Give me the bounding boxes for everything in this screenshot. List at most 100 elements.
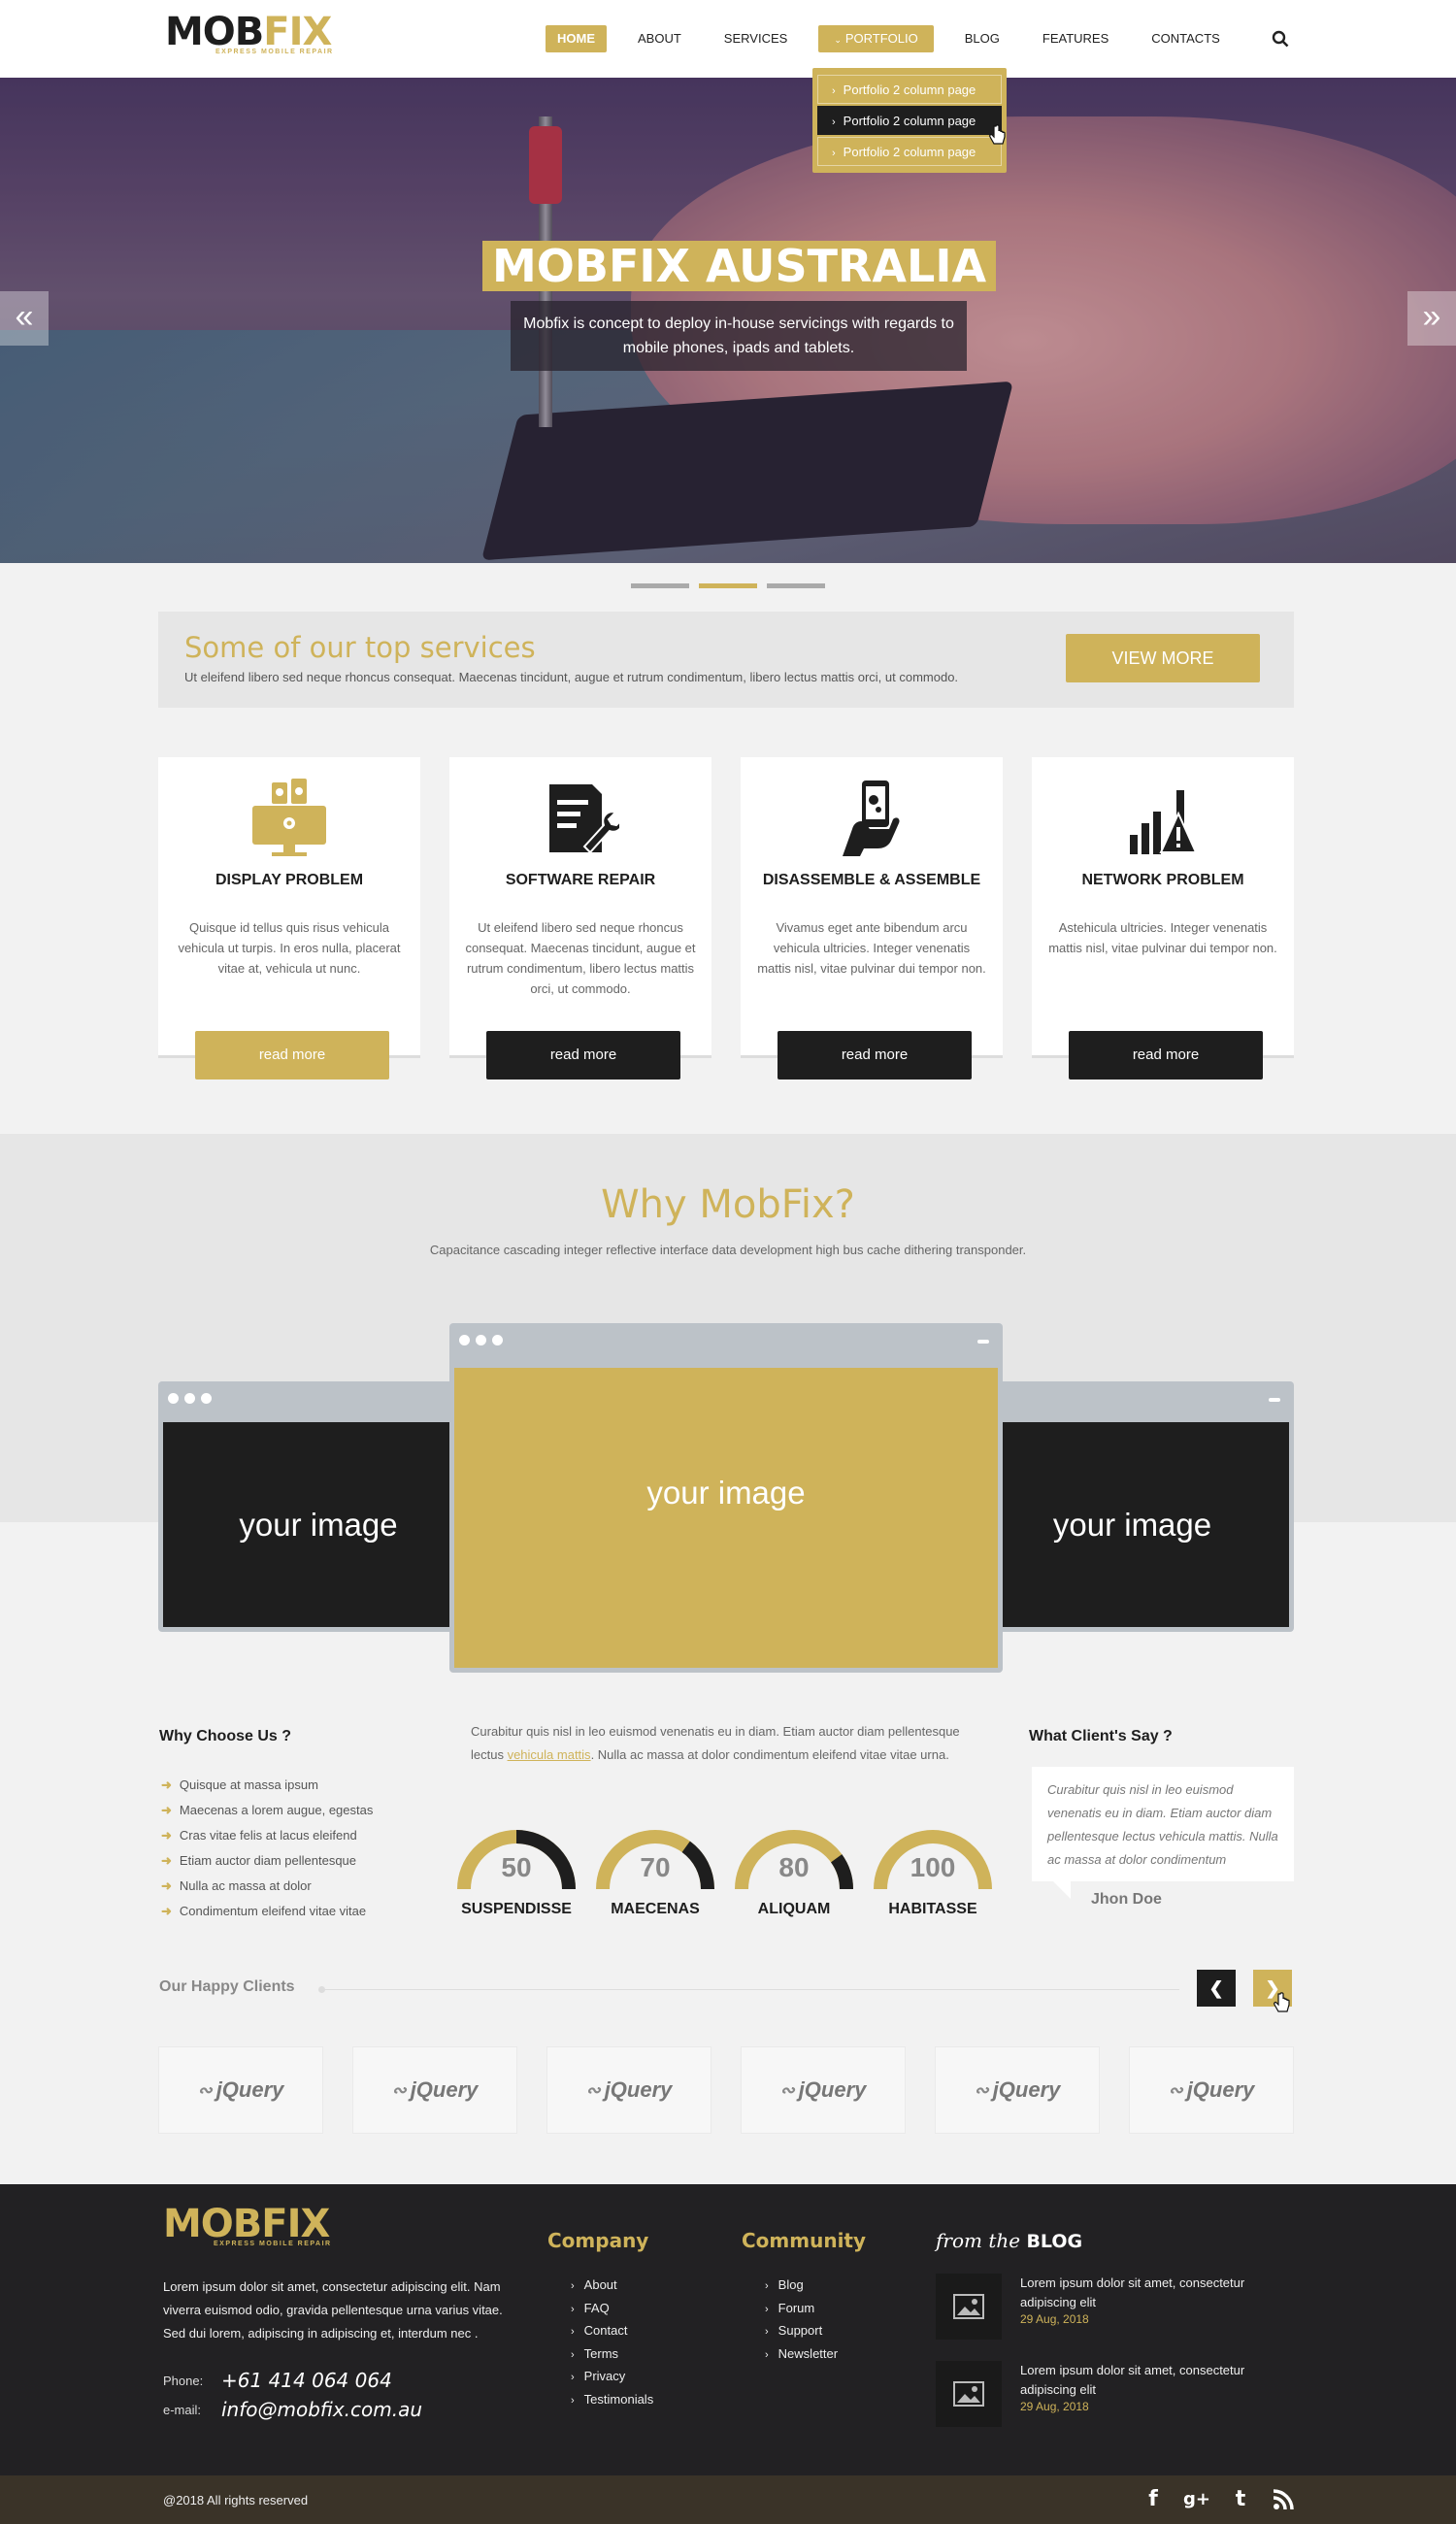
- nav-item-about[interactable]: ABOUT: [626, 25, 693, 52]
- browser-frame-left[interactable]: your image: [158, 1381, 479, 1632]
- client-logo[interactable]: ∾ jQuery: [1129, 2046, 1294, 2134]
- slider-dot-active[interactable]: [699, 583, 757, 588]
- chevron-right-icon: ›: [571, 2372, 575, 2383]
- footer-company-links: › About › FAQ › Contact › Terms › Privacy › Te…: [571, 2277, 653, 2414]
- post-date: 29 Aug, 2018: [1020, 2400, 1089, 2413]
- client-logo[interactable]: ∾ jQuery: [352, 2046, 517, 2134]
- google-plus-icon[interactable]: g+: [1183, 2488, 1210, 2511]
- clients-prev-button[interactable]: ❮: [1197, 1970, 1236, 2007]
- footer-link-label: FAQ: [583, 2300, 610, 2315]
- facebook-icon[interactable]: f: [1142, 2488, 1165, 2511]
- gauge-label: HABITASSE: [888, 1901, 977, 1917]
- footer-link[interactable]: › Contact: [571, 2323, 653, 2346]
- footer-link[interactable]: › FAQ: [571, 2301, 653, 2324]
- service-card: DISASSEMBLE & ASSEMBLE Vivamus eget ante…: [741, 757, 1003, 1079]
- nav-item-contacts[interactable]: CONTACTS: [1140, 25, 1232, 52]
- dropdown-item-label: Portfolio 2 column page: [843, 114, 976, 128]
- footer-link[interactable]: › Newsletter: [765, 2346, 838, 2370]
- testimonial-author: Jhon Doe: [1091, 1891, 1162, 1908]
- read-more-button[interactable]: read more: [486, 1031, 680, 1079]
- email-label: e-mail:: [163, 2402, 202, 2417]
- placeholder-label: your image: [239, 1506, 398, 1543]
- footer-link[interactable]: › Support: [765, 2323, 838, 2346]
- chevron-right-icon: ›: [765, 2280, 769, 2292]
- intro-paragraph: Curabitur quis nisl in leo euismod venen…: [471, 1720, 985, 1767]
- signal-warning-icon: [1130, 790, 1198, 854]
- twitter-icon[interactable]: t: [1229, 2488, 1252, 2511]
- browser-frame-center[interactable]: your image: [449, 1323, 1003, 1673]
- gauge-value: 100: [910, 1852, 956, 1882]
- browser-frame-right[interactable]: your image: [971, 1381, 1294, 1632]
- chevron-right-icon: ›: [571, 2303, 575, 2315]
- blog-post[interactable]: Lorem ipsum dolor sit amet, consectetur …: [936, 2274, 1295, 2343]
- hand-cursor-icon: [1274, 1992, 1290, 2012]
- chevron-right-icon: ›: [571, 2394, 575, 2407]
- hero-slider: MOBFIX AUSTRALIA Mobfix is concept to de…: [0, 78, 1456, 563]
- placeholder-image: your image: [976, 1422, 1289, 1627]
- slider-prev-button[interactable]: «: [0, 291, 49, 346]
- slider-dot[interactable]: [767, 583, 825, 588]
- service-card: SOFTWARE REPAIR Ut eleifend libero sed n…: [449, 757, 711, 1079]
- arrow-right-icon: ➜: [161, 1828, 172, 1843]
- chevron-right-icon: ›: [832, 85, 836, 97]
- footer-link[interactable]: › Blog: [765, 2277, 838, 2301]
- client-logo[interactable]: ∾ jQuery: [158, 2046, 323, 2134]
- client-logo-text: jQuery: [604, 2077, 673, 2102]
- email-address[interactable]: info@mobfix.com.au: [221, 2398, 422, 2421]
- intro-link[interactable]: vehicula mattis: [508, 1747, 591, 1762]
- double-chevron-left-icon: «: [15, 298, 34, 335]
- footer-logo[interactable]: MOBFIX EXPRESS MOBILE REPAIR: [163, 2204, 357, 2262]
- nav-item-services[interactable]: SERVICES: [712, 25, 800, 52]
- list-item-label: Condimentum eleifend vitae vitae: [179, 1904, 367, 1918]
- search-icon[interactable]: [1272, 30, 1289, 48]
- footer-link[interactable]: › Testimonials: [571, 2392, 653, 2415]
- dropdown-item-selected[interactable]: › Portfolio 2 column page: [817, 106, 1002, 135]
- footer-link-label: Terms: [583, 2345, 619, 2361]
- placeholder-image: your image: [454, 1368, 998, 1668]
- read-more-button[interactable]: read more: [1069, 1031, 1263, 1079]
- blog-post[interactable]: Lorem ipsum dolor sit amet, consectetur …: [936, 2361, 1295, 2431]
- site-logo[interactable]: MOBFIX EXPRESS MOBILE REPAIR: [165, 12, 359, 66]
- why-title: Why MobFix?: [601, 1182, 855, 1227]
- monitor-gears-icon: [252, 779, 326, 856]
- client-logo[interactable]: ∾ jQuery: [741, 2046, 906, 2134]
- arrow-right-icon: ➜: [161, 1853, 172, 1868]
- client-logo[interactable]: ∾ jQuery: [935, 2046, 1100, 2134]
- why-choose-title: Why Choose Us ?: [159, 1728, 292, 1744]
- read-more-button[interactable]: read more: [778, 1031, 972, 1079]
- nav-item-features[interactable]: FEATURES: [1031, 25, 1120, 52]
- window-dots: [168, 1393, 217, 1404]
- slider-next-button[interactable]: »: [1407, 291, 1456, 346]
- slider-dot[interactable]: [631, 583, 689, 588]
- footer-link[interactable]: › Terms: [571, 2346, 653, 2370]
- nav-item-portfolio[interactable]: ⌄ PORTFOLIO: [818, 25, 934, 52]
- footer-link-label: Contact: [583, 2323, 628, 2338]
- nav-item-home[interactable]: HOME: [546, 25, 607, 52]
- gauge-value: 70: [640, 1852, 671, 1882]
- read-more-button[interactable]: read more: [195, 1031, 389, 1079]
- arrow-right-icon: ➜: [161, 1777, 172, 1792]
- view-more-button[interactable]: VIEW MORE: [1066, 634, 1260, 682]
- client-logo-text: jQuery: [798, 2077, 867, 2102]
- nav-item-portfolio-label: PORTFOLIO: [844, 31, 918, 46]
- dropdown-item[interactable]: › Portfolio 2 column page: [817, 137, 1002, 166]
- gauge-label: SUSPENDISSE: [461, 1901, 572, 1917]
- hand-cursor-icon: [989, 124, 1006, 145]
- chevron-right-icon: ›: [832, 148, 836, 159]
- nav-item-blog[interactable]: BLOG: [953, 25, 1011, 52]
- progress-gauge: 70 MAECENAS: [595, 1825, 715, 1918]
- rss-icon[interactable]: [1272, 2488, 1295, 2511]
- client-logo[interactable]: ∾ jQuery: [546, 2046, 711, 2134]
- post-date: 29 Aug, 2018: [1020, 2312, 1089, 2326]
- footer-link[interactable]: › Privacy: [571, 2369, 653, 2392]
- dropdown-item[interactable]: › Portfolio 2 column page: [817, 75, 1002, 104]
- footer-company-title: Company: [547, 2229, 649, 2252]
- service-card: DISPLAY PROBLEM Quisque id tellus quis r…: [158, 757, 420, 1079]
- footer-link[interactable]: › About: [571, 2277, 653, 2301]
- top-services-text: Ut eleifend libero sed neque rhoncus con…: [184, 670, 959, 684]
- why-choose-list: ➜ Quisque at massa ipsum ➜ Maecenas a lore…: [161, 1777, 373, 1928]
- minimize-icon: [977, 1340, 989, 1344]
- hero-title: MOBFIX AUSTRALIA: [482, 241, 997, 291]
- footer-link[interactable]: › Forum: [765, 2301, 838, 2324]
- phone-number[interactable]: +61 414 064 064: [221, 2369, 392, 2392]
